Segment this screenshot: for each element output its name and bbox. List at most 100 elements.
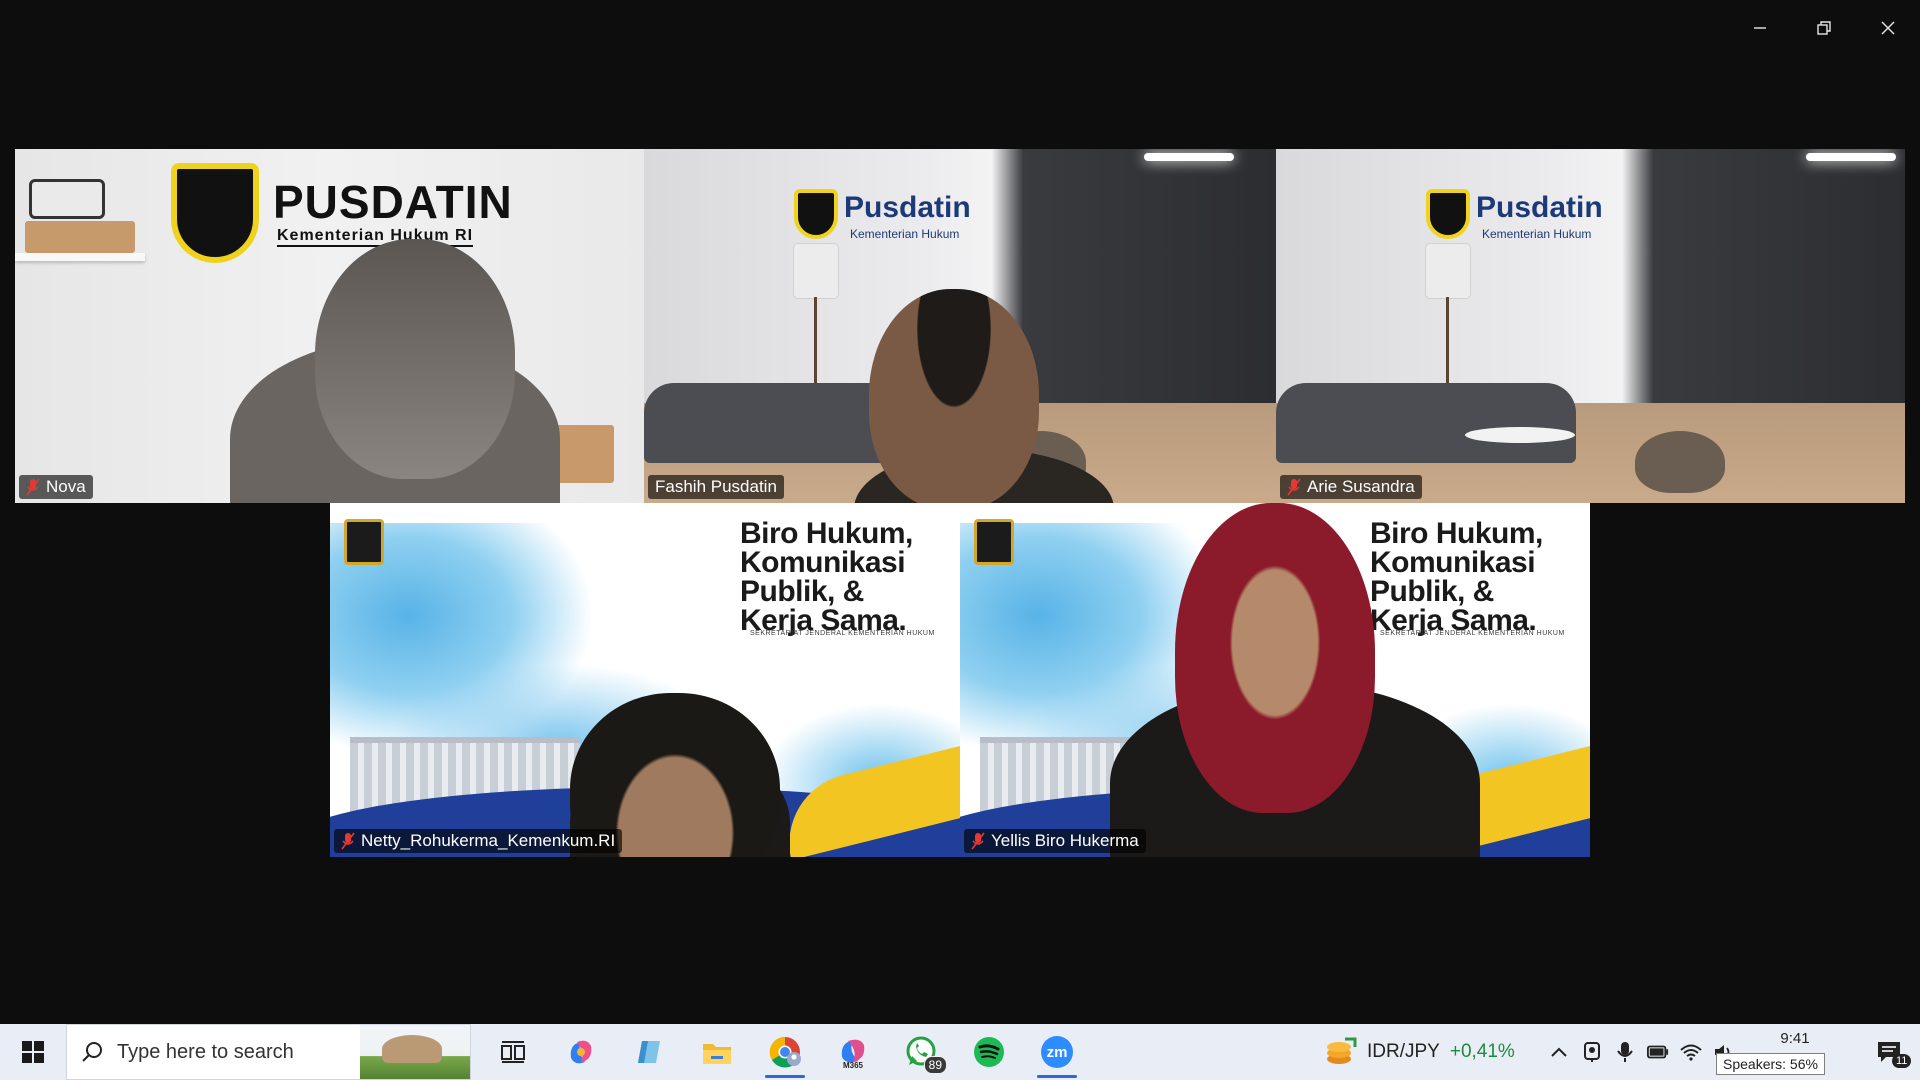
mic-muted-icon bbox=[971, 832, 985, 850]
m365-label: M365 bbox=[843, 1061, 864, 1069]
coins-icon bbox=[1327, 1037, 1357, 1064]
taskbar-search[interactable]: Type here to search bbox=[66, 1024, 471, 1080]
biro-title-line: Biro Hukum, bbox=[1370, 517, 1543, 550]
biro-subtitle: SEKRETARIAT JENDERAL KEMENTERIAN HUKUM bbox=[1380, 630, 1565, 637]
camera-tray-button[interactable] bbox=[1581, 1041, 1603, 1063]
minimize-button[interactable] bbox=[1728, 0, 1792, 56]
biro-title-line: Publik, & bbox=[1370, 575, 1494, 608]
ceiling-light-decor bbox=[1806, 153, 1896, 161]
biro-title-line: Publik, & bbox=[740, 575, 864, 608]
video-tile-fashih-pusdatin[interactable]: Pusdatin Kementerian Hukum Fashih Pusdat… bbox=[644, 149, 1276, 503]
wifi-tray-button[interactable] bbox=[1680, 1041, 1702, 1063]
video-tile-yellis[interactable]: Biro Hukum, Komunikasi Publik, & Kerja S… bbox=[960, 503, 1590, 857]
taskbar-apps: M365 89 zm bbox=[479, 1024, 1091, 1080]
mic-muted-icon bbox=[1287, 478, 1301, 496]
participant-name: Yellis Biro Hukerma bbox=[991, 831, 1139, 850]
system-tray bbox=[1548, 1024, 1735, 1080]
wifi-icon bbox=[1680, 1044, 1702, 1061]
biro-title: Biro Hukum, Komunikasi Publik, & Kerja S… bbox=[1370, 517, 1570, 636]
taskbar: Type here to search M365 89 zm IDR/JPY +… bbox=[0, 1024, 1920, 1080]
mic-muted-icon bbox=[341, 832, 355, 850]
shelf-decor bbox=[15, 253, 145, 261]
search-icon bbox=[82, 1042, 102, 1062]
close-icon bbox=[1881, 21, 1895, 35]
pouf-decor bbox=[1635, 431, 1725, 493]
task-view-icon bbox=[501, 1041, 525, 1063]
pusdatin-logo-title: PUSDATIN bbox=[273, 176, 513, 228]
search-highlight-image bbox=[360, 1025, 470, 1079]
participant-head bbox=[1175, 503, 1375, 813]
pusdatin-logo-title: Pusdatin bbox=[844, 191, 971, 224]
zoom-button[interactable]: zm bbox=[1023, 1024, 1091, 1080]
notification-center-button[interactable]: 11 bbox=[1858, 1024, 1920, 1080]
pusdatin-logo-subtitle: Kementerian Hukum bbox=[850, 227, 960, 241]
task-view-button[interactable] bbox=[479, 1024, 547, 1080]
video-tile-arie-susandra[interactable]: Pusdatin Kementerian Hukum Arie Susandra bbox=[1276, 149, 1905, 503]
window-controls bbox=[1728, 0, 1920, 56]
lamp-decor bbox=[1426, 244, 1470, 298]
participant-name-tag: Arie Susandra bbox=[1280, 475, 1422, 499]
volume-tooltip: Speakers: 56% bbox=[1716, 1053, 1825, 1075]
minimize-icon bbox=[1754, 27, 1766, 29]
biro-title-line: Komunikasi bbox=[1370, 546, 1536, 579]
microphone-icon bbox=[1617, 1042, 1633, 1062]
participant-head bbox=[315, 239, 515, 479]
participant-name-tag: Netty_Rohukerma_Kemenkum.RI bbox=[334, 829, 623, 853]
pusdatin-logo-icon bbox=[1426, 189, 1470, 239]
file-explorer-button[interactable] bbox=[683, 1024, 751, 1080]
search-placeholder: Type here to search bbox=[117, 1040, 294, 1063]
pusdatin-logo-subtitle: Kementerian Hukum bbox=[1482, 227, 1592, 241]
restore-icon bbox=[1817, 21, 1831, 35]
spotify-button[interactable] bbox=[955, 1024, 1023, 1080]
chevron-up-icon bbox=[1551, 1047, 1567, 1057]
close-button[interactable] bbox=[1856, 0, 1920, 56]
biro-title: Biro Hukum, Komunikasi Publik, & Kerja S… bbox=[740, 517, 940, 636]
participant-name: Fashih Pusdatin bbox=[655, 477, 777, 496]
lamp-decor bbox=[794, 244, 838, 298]
participant-name-tag: Fashih Pusdatin bbox=[648, 475, 784, 499]
restore-button[interactable] bbox=[1792, 0, 1856, 56]
pusdatin-logo-title: Pusdatin bbox=[1476, 191, 1603, 224]
sofa-decor bbox=[1276, 383, 1576, 463]
camera-icon bbox=[1584, 1042, 1600, 1062]
participant-name: Arie Susandra bbox=[1307, 477, 1415, 496]
biro-title-line: Biro Hukum, bbox=[740, 517, 913, 550]
m365-button[interactable]: M365 bbox=[819, 1024, 887, 1080]
whatsapp-unread-badge: 89 bbox=[923, 1056, 947, 1074]
ministry-emblem-icon bbox=[344, 519, 384, 565]
windows-logo-icon bbox=[22, 1041, 44, 1063]
spotify-icon bbox=[974, 1037, 1004, 1067]
copilot-button[interactable] bbox=[547, 1024, 615, 1080]
notes-icon bbox=[638, 1041, 660, 1063]
currency-pair: IDR/JPY bbox=[1367, 1041, 1440, 1062]
currency-widget[interactable]: IDR/JPY +0,41% bbox=[1325, 1024, 1515, 1080]
video-tile-netty[interactable]: Biro Hukum, Komunikasi Publik, & Kerja S… bbox=[330, 503, 960, 857]
currency-change: +0,41% bbox=[1449, 1041, 1515, 1062]
notification-count: 11 bbox=[1892, 1054, 1912, 1068]
battery-icon bbox=[1647, 1045, 1669, 1059]
copilot-icon bbox=[570, 1040, 592, 1064]
participant-name: Nova bbox=[46, 477, 86, 496]
taskbar-clock[interactable]: 9:41 bbox=[1748, 1030, 1842, 1047]
mic-muted-icon bbox=[26, 478, 40, 496]
box-decor bbox=[25, 221, 135, 253]
chrome-button[interactable] bbox=[751, 1024, 819, 1080]
zoom-label: zm bbox=[1047, 1044, 1068, 1061]
camera-decor bbox=[29, 179, 105, 219]
folder-icon bbox=[703, 1044, 731, 1064]
m365-icon: M365 bbox=[841, 1039, 865, 1069]
pusdatin-logo-icon bbox=[171, 163, 259, 263]
video-tile-nova[interactable]: PUSDATIN Kementerian Hukum RI Nova bbox=[15, 149, 644, 503]
biro-subtitle: SEKRETARIAT JENDERAL KEMENTERIAN HUKUM bbox=[750, 630, 935, 637]
show-hidden-icons-button[interactable] bbox=[1548, 1041, 1570, 1063]
ceiling-light-decor bbox=[1144, 153, 1234, 161]
battery-tray-button[interactable] bbox=[1647, 1041, 1669, 1063]
biro-title-line: Komunikasi bbox=[740, 546, 906, 579]
virtual-background: Pusdatin Kementerian Hukum bbox=[1276, 149, 1905, 503]
participant-name-tag: Yellis Biro Hukerma bbox=[964, 829, 1146, 853]
notes-app-button[interactable] bbox=[615, 1024, 683, 1080]
zoom-icon: zm bbox=[1041, 1036, 1073, 1068]
start-button[interactable] bbox=[0, 1024, 66, 1080]
microphone-tray-button[interactable] bbox=[1614, 1041, 1636, 1063]
whatsapp-button[interactable]: 89 bbox=[887, 1024, 955, 1080]
